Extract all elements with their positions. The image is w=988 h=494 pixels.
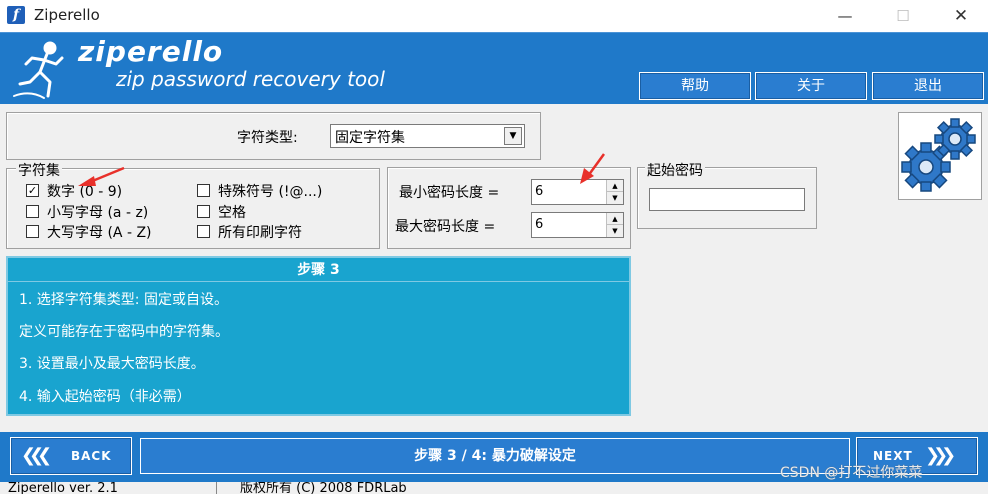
step-line: 3. 设置最小及最大密码长度。 bbox=[19, 356, 205, 372]
spin-down-icon[interactable]: ▼ bbox=[607, 192, 623, 204]
about-button[interactable]: 关于 bbox=[755, 72, 867, 100]
app-banner: ziperello zip password recovery tool 帮助 … bbox=[0, 32, 988, 104]
digits-checkbox[interactable]: ✓ bbox=[26, 184, 39, 197]
charset-legend: 字符集 bbox=[16, 160, 62, 180]
back-arrows-icon: ❮❮❮ bbox=[21, 445, 52, 466]
printable-chars-label: 所有印刷字符 bbox=[218, 225, 302, 241]
uppercase-checkbox[interactable] bbox=[26, 225, 39, 238]
minimize-button[interactable]: — bbox=[816, 0, 874, 32]
step-progress: 步骤 3 / 4: 暴力破解设定 bbox=[140, 438, 850, 474]
space-label: 空格 bbox=[218, 205, 246, 221]
min-length-value: 6 bbox=[535, 184, 544, 199]
step-line: 1. 选择字符集类型: 固定或自设。 bbox=[19, 292, 228, 308]
step-instructions: 步骤 3 1. 选择字符集类型: 固定或自设。 定义可能存在于密码中的字符集。 … bbox=[6, 256, 631, 416]
start-password-legend: 起始密码 bbox=[645, 160, 705, 180]
special-chars-checkbox[interactable] bbox=[197, 184, 210, 197]
window-titlebar: f Ziperello — ☐ ✕ bbox=[0, 0, 988, 32]
max-length-spinner[interactable]: 6 ▲ ▼ bbox=[531, 212, 624, 238]
back-label: BACK bbox=[71, 449, 112, 463]
running-man-logo-icon bbox=[13, 41, 64, 99]
charset-type-label: 字符类型: bbox=[237, 130, 298, 146]
next-arrows-icon: ❯❯❯ bbox=[925, 445, 956, 466]
exit-button[interactable]: 退出 bbox=[872, 72, 984, 100]
special-chars-label: 特殊符号 (!@...) bbox=[218, 184, 323, 200]
close-button[interactable]: ✕ bbox=[932, 0, 988, 32]
next-label: NEXT bbox=[873, 449, 913, 463]
maximize-button[interactable]: ☐ bbox=[874, 0, 932, 32]
status-copyright: 版权所有 (C) 2008 FDRLab bbox=[240, 482, 407, 494]
spin-up-icon[interactable]: ▲ bbox=[607, 213, 623, 225]
brand-tagline: zip password recovery tool bbox=[116, 67, 385, 91]
step-header: 步骤 3 bbox=[8, 258, 629, 282]
min-length-label: 最小密码长度 = bbox=[399, 185, 500, 201]
start-password-input[interactable] bbox=[649, 188, 805, 211]
step-line: 定义可能存在于密码中的字符集。 bbox=[19, 324, 229, 340]
app-icon: f bbox=[7, 6, 25, 24]
charset-type-value: 固定字符集 bbox=[335, 130, 405, 146]
status-version: Ziperello ver. 2.1 bbox=[8, 482, 118, 494]
max-length-spin-buttons: ▲ ▼ bbox=[606, 213, 623, 237]
spin-up-icon[interactable]: ▲ bbox=[607, 180, 623, 192]
charset-type-select[interactable]: 固定字符集 ▼ bbox=[330, 124, 525, 148]
max-length-label: 最大密码长度 = bbox=[395, 219, 496, 235]
red-arrow-annotation-icon bbox=[580, 153, 606, 184]
watermark: CSDN @打不过你菜菜 bbox=[780, 465, 923, 481]
status-bar: Ziperello ver. 2.1 版权所有 (C) 2008 FDRLab bbox=[0, 482, 988, 494]
help-button[interactable]: 帮助 bbox=[639, 72, 751, 100]
lowercase-label: 小写字母 (a - z) bbox=[47, 205, 149, 221]
min-length-spin-buttons: ▲ ▼ bbox=[606, 180, 623, 204]
back-button[interactable]: ❮❮❮ BACK bbox=[10, 437, 132, 475]
chevron-down-icon[interactable]: ▼ bbox=[504, 127, 522, 145]
brand-name: ziperello bbox=[78, 35, 224, 68]
gears-icon bbox=[901, 118, 976, 192]
spin-down-icon[interactable]: ▼ bbox=[607, 225, 623, 237]
step-line: 4. 输入起始密码（非必需） bbox=[19, 389, 191, 405]
printable-chars-checkbox[interactable] bbox=[197, 225, 210, 238]
red-arrow-annotation-icon bbox=[78, 166, 125, 186]
gears-panel bbox=[898, 112, 982, 200]
window-title: Ziperello bbox=[34, 6, 100, 24]
max-length-value: 6 bbox=[535, 217, 544, 232]
uppercase-label: 大写字母 (A - Z) bbox=[47, 225, 152, 241]
status-separator bbox=[216, 482, 217, 494]
lowercase-checkbox[interactable] bbox=[26, 205, 39, 218]
space-checkbox[interactable] bbox=[197, 205, 210, 218]
